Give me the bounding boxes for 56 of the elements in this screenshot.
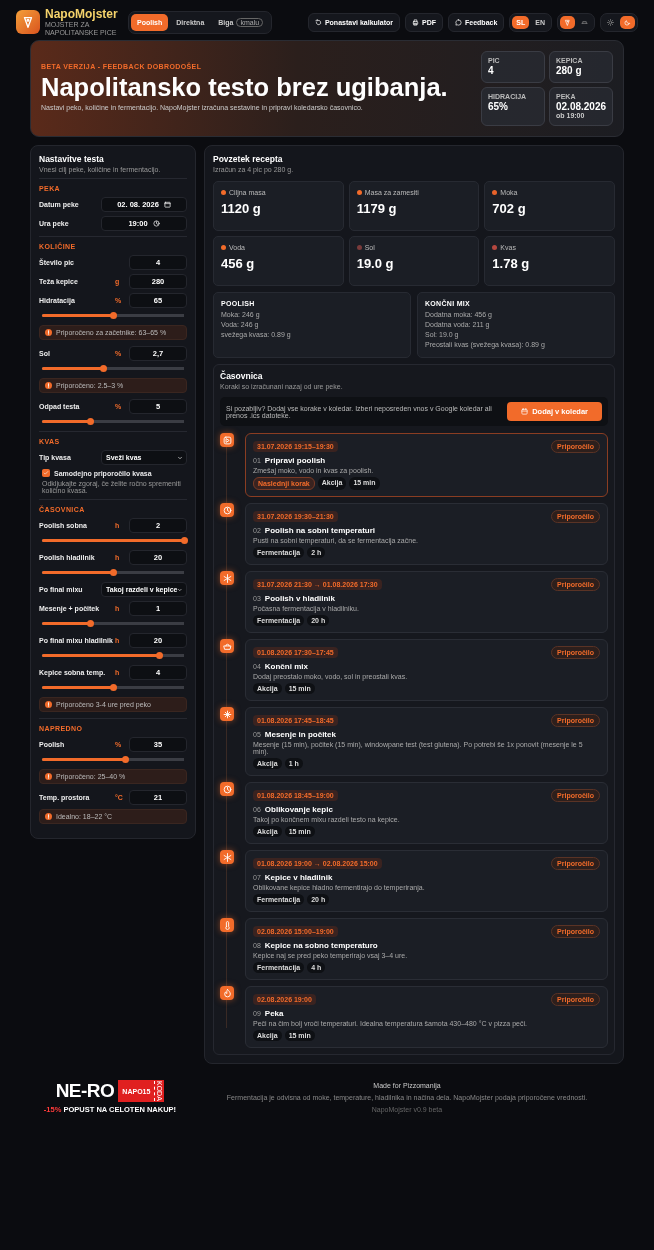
stat-value: 4 (488, 65, 495, 76)
check-icon (43, 470, 49, 476)
slider-thumb[interactable] (109, 312, 117, 319)
slider-thumb[interactable] (180, 537, 188, 544)
clock-icon (152, 220, 160, 227)
printer-icon (412, 18, 419, 26)
pizza-icon (21, 15, 35, 29)
info-icon (45, 329, 52, 336)
step-title: Peka (264, 1009, 284, 1018)
slider-thumb[interactable] (156, 652, 164, 659)
theme-option[interactable] (620, 15, 635, 29)
metric-value: 1120 g (221, 201, 262, 216)
step-title: Kepice na sobno temperaturo (264, 941, 378, 950)
stat-value: 280 g (556, 65, 583, 76)
step-title: Pripravi poolish (264, 456, 326, 465)
metric-value: 702 g (492, 201, 527, 216)
metric-value: 1.78 g (492, 256, 531, 271)
info-icon (45, 813, 52, 820)
app-title: NapoMojster (45, 7, 119, 21)
chevron-icon (177, 454, 183, 461)
timeline-title: Časovnica (220, 371, 264, 381)
checkbox[interactable] (42, 469, 50, 477)
moon-icon (624, 18, 631, 26)
pizza-icon (564, 18, 571, 26)
stat-value: 02.08.2026 (556, 101, 606, 112)
metric-value: 1179 g (356, 201, 398, 216)
slider-thumb[interactable] (86, 418, 94, 425)
panel-title: Nastavitve testa (39, 154, 105, 164)
panel-title: Povzetek recepta (213, 154, 284, 164)
slider-thumb[interactable] (109, 684, 117, 691)
slider-thumb[interactable] (99, 365, 107, 372)
sponsor-logo: NE-RO (55, 1080, 115, 1102)
slider-thumb[interactable] (109, 569, 117, 576)
stat-value: 65% (488, 101, 509, 112)
info-icon (45, 382, 52, 389)
mode-option[interactable] (560, 15, 575, 29)
hero-title: Napolitansko testo brez ugibanja. (41, 73, 449, 102)
step-title: Poolish v hladilnik (264, 594, 336, 603)
reset-icon (314, 18, 322, 26)
calendar-icon (163, 201, 171, 208)
calendar-icon (521, 408, 529, 415)
chevron-icon (177, 586, 183, 593)
info-icon (45, 701, 52, 708)
info-icon (45, 773, 52, 780)
sun-icon (607, 18, 614, 26)
slider-thumb[interactable] (86, 620, 94, 627)
step-title: Mesenje in počitek (264, 730, 336, 739)
metric-value: 19.0 g (356, 256, 395, 271)
step-title: Oblikovanje kepic (264, 805, 333, 814)
metric-value: 456 g (221, 256, 256, 271)
chat-icon (455, 18, 462, 26)
tray-icon (581, 18, 588, 26)
slider-thumb[interactable] (122, 756, 130, 763)
step-title: Kepice v hladilnik (264, 873, 333, 882)
step-title: Poolish na sobni temperaturi (264, 526, 376, 535)
step-title: Končni mix (264, 662, 308, 671)
